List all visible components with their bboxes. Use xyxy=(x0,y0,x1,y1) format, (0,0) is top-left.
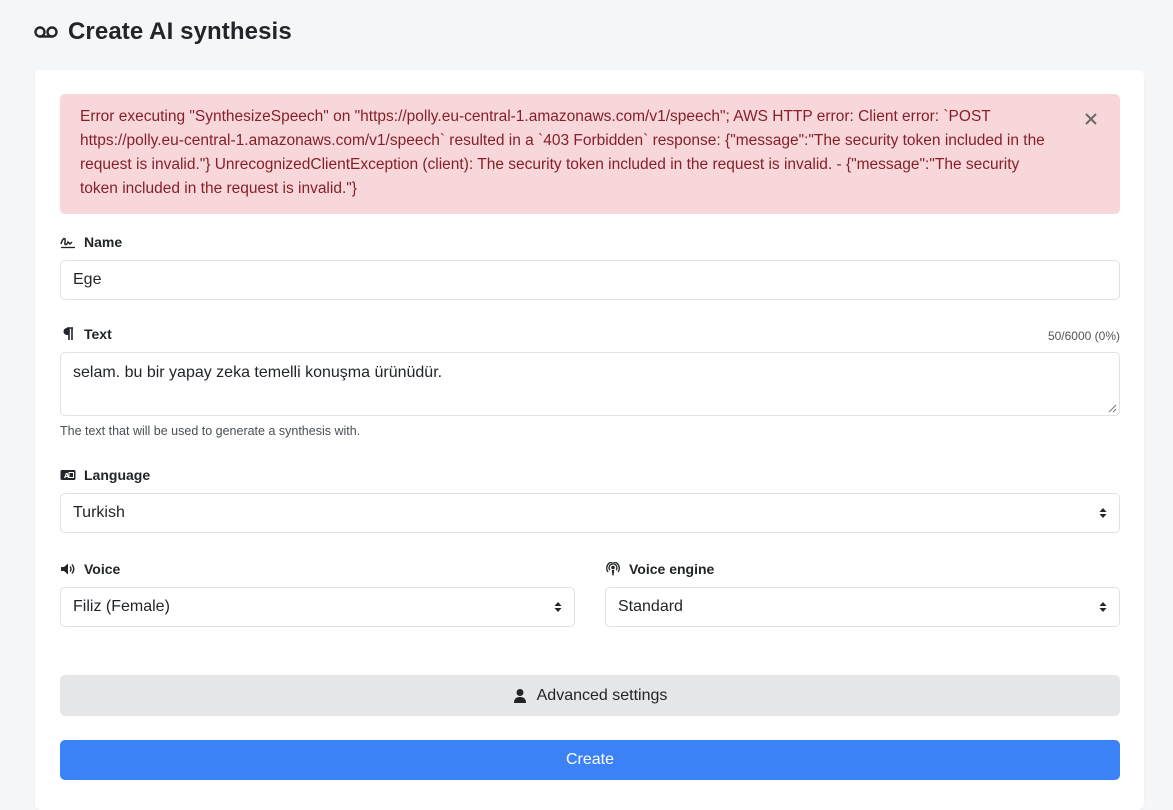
create-button[interactable]: Create xyxy=(60,740,1120,780)
close-icon[interactable] xyxy=(1082,110,1100,128)
resize-grip-icon[interactable] xyxy=(1108,404,1117,413)
name-label: Name xyxy=(60,234,122,250)
select-arrows-icon xyxy=(554,602,562,612)
language-label: A Language xyxy=(60,467,150,483)
error-message: Error executing "SynthesizeSpeech" on "h… xyxy=(80,108,1045,197)
name-input[interactable]: Ege xyxy=(60,260,1120,300)
text-hint: The text that will be used to generate a… xyxy=(60,424,361,438)
form-card: Error executing "SynthesizeSpeech" on "h… xyxy=(35,70,1144,810)
text-textarea[interactable]: selam. bu bir yapay zeka temelli konuşma… xyxy=(60,352,1120,416)
select-arrows-icon xyxy=(1099,508,1107,518)
language-select[interactable]: Turkish xyxy=(60,493,1120,533)
voice-engine-select[interactable]: Standard xyxy=(605,587,1120,627)
voicemail-icon xyxy=(34,26,58,38)
paragraph-icon xyxy=(63,327,73,340)
select-arrows-icon xyxy=(1099,602,1107,612)
podcast-icon xyxy=(606,562,620,576)
voice-select[interactable]: Filiz (Female) xyxy=(60,587,575,627)
error-alert: Error executing "SynthesizeSpeech" on "h… xyxy=(60,94,1120,214)
language-icon: A xyxy=(60,470,76,480)
page-title: Create AI synthesis xyxy=(68,18,292,45)
text-label: Text xyxy=(60,326,112,342)
character-counter: 50/6000 (0%) xyxy=(1047,329,1120,343)
page-header: Create AI synthesis xyxy=(34,18,292,46)
signature-icon xyxy=(60,237,75,249)
voice-label: Voice xyxy=(60,561,120,577)
user-icon xyxy=(513,688,526,703)
advanced-settings-button[interactable]: Advanced settings xyxy=(60,675,1120,716)
voice-engine-label: Voice engine xyxy=(605,561,714,577)
volume-icon xyxy=(61,563,75,575)
